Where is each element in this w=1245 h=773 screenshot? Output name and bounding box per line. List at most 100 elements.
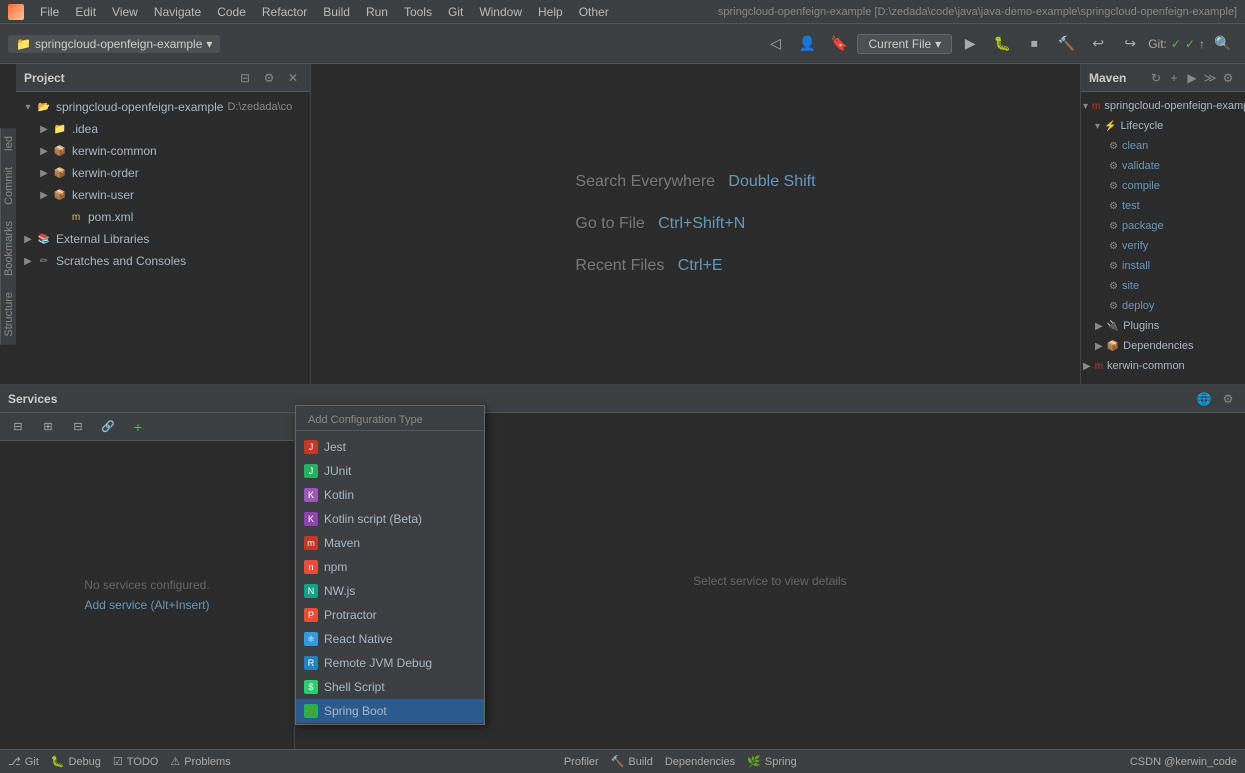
menu-view[interactable]: View <box>104 0 146 24</box>
user-toggle[interactable]: ▶ <box>36 190 52 201</box>
maven-settings-btn[interactable]: ⚙ <box>1219 69 1237 87</box>
search-everywhere-btn[interactable]: 🔍 <box>1209 30 1237 58</box>
svc-add-btn[interactable]: + <box>124 413 152 441</box>
maven-submodule-common[interactable]: ▶ m kerwin-common <box>1081 356 1245 376</box>
toolbar-user[interactable]: 👤 <box>793 30 821 58</box>
git-push[interactable]: ↑ <box>1199 37 1205 51</box>
maven-root-expand[interactable]: ▾ <box>1083 101 1088 112</box>
menu-tools[interactable]: Tools <box>396 0 440 24</box>
debug-btn[interactable]: 🐛 <box>988 30 1016 58</box>
panel-close-btn[interactable]: ✕ <box>284 69 302 87</box>
vtab-bookmarks[interactable]: Bookmarks <box>0 213 16 284</box>
ext-libs-toggle[interactable]: ▶ <box>20 234 36 245</box>
maven-phase-deploy[interactable]: ⚙ deploy <box>1081 296 1245 316</box>
dropdown-item-springboot[interactable]: 🌿 Spring Boot ◀ <box>296 699 484 723</box>
git-check2[interactable]: ✓ <box>1185 37 1195 51</box>
maven-phase-site[interactable]: ⚙ site <box>1081 276 1245 296</box>
maven-phase-test[interactable]: ⚙ test <box>1081 196 1245 216</box>
tree-item-pom[interactable]: m pom.xml <box>16 206 310 228</box>
toolbar-back[interactable]: ◁ <box>761 30 789 58</box>
run-btn[interactable]: ▶ <box>956 30 984 58</box>
vtab-commit[interactable]: Commit <box>0 159 16 213</box>
tree-item-order[interactable]: ▶ 📦 kerwin-order <box>16 162 310 184</box>
status-profiler[interactable]: Profiler <box>564 756 599 768</box>
tree-root-toggle[interactable]: ▾ <box>20 102 36 113</box>
maven-plugins-section[interactable]: ▶ 🔌 Plugins <box>1081 316 1245 336</box>
dropdown-item-nwjs[interactable]: N NW.js <box>296 579 484 603</box>
status-dependencies[interactable]: Dependencies <box>665 756 735 768</box>
tree-item-user[interactable]: ▶ 📦 kerwin-user <box>16 184 310 206</box>
menu-window[interactable]: Window <box>471 0 530 24</box>
maven-phase-install[interactable]: ⚙ install <box>1081 256 1245 276</box>
maven-project-root[interactable]: ▾ m springcloud-openfeign-example <box>1081 96 1245 116</box>
maven-lifecycle-expand[interactable]: ▾ <box>1095 121 1100 132</box>
menu-git[interactable]: Git <box>440 0 471 24</box>
dropdown-item-kotlin-script[interactable]: K Kotlin script (Beta) <box>296 507 484 531</box>
dropdown-item-protractor[interactable]: P Protractor <box>296 603 484 627</box>
menu-navigate[interactable]: Navigate <box>146 0 209 24</box>
maven-more-btn[interactable]: ≫ <box>1201 69 1219 87</box>
maven-refresh-btn[interactable]: ↻ <box>1147 69 1165 87</box>
build-btn[interactable]: 🔨 <box>1052 30 1080 58</box>
services-settings-btn[interactable]: ⚙ <box>1219 390 1237 408</box>
project-selector[interactable]: 📁 springcloud-openfeign-example ▾ <box>8 35 220 53</box>
services-globe-btn[interactable]: 🌐 <box>1195 390 1213 408</box>
maven-phase-compile[interactable]: ⚙ compile <box>1081 176 1245 196</box>
tree-item-common[interactable]: ▶ 📦 kerwin-common <box>16 140 310 162</box>
dropdown-item-shell[interactable]: $ Shell Script <box>296 675 484 699</box>
dropdown-item-jest[interactable]: J Jest <box>296 435 484 459</box>
toolbar-bookmark[interactable]: 🔖 <box>825 30 853 58</box>
dropdown-item-maven[interactable]: m Maven <box>296 531 484 555</box>
undo-btn[interactable]: ↩ <box>1084 30 1112 58</box>
maven-add-btn[interactable]: + <box>1165 69 1183 87</box>
menu-code[interactable]: Code <box>209 0 254 24</box>
tree-root[interactable]: ▾ 📂 springcloud-openfeign-example D:\zed… <box>16 96 310 118</box>
status-debug[interactable]: 🐛 Debug <box>51 755 101 768</box>
menu-build[interactable]: Build <box>315 0 358 24</box>
vtab-ied[interactable]: Ied <box>0 128 16 159</box>
status-spring[interactable]: 🌿 Spring <box>747 755 797 768</box>
menu-file[interactable]: File <box>32 0 67 24</box>
dropdown-item-kotlin[interactable]: K Kotlin <box>296 483 484 507</box>
svc-collapse-all-btn[interactable]: ⊟ <box>4 413 32 441</box>
status-problems[interactable]: ⚠ Problems <box>170 755 230 768</box>
maven-lifecycle-section[interactable]: ▾ ⚡ Lifecycle <box>1081 116 1245 136</box>
idea-toggle[interactable]: ▶ <box>36 124 52 135</box>
dropdown-item-npm[interactable]: n npm <box>296 555 484 579</box>
tree-item-ext-libs[interactable]: ▶ 📚 External Libraries <box>16 228 310 250</box>
menu-run[interactable]: Run <box>358 0 396 24</box>
status-build[interactable]: 🔨 Build <box>611 755 653 768</box>
maven-phase-package[interactable]: ⚙ package <box>1081 216 1245 236</box>
svc-expand-all-btn[interactable]: ⊞ <box>34 413 62 441</box>
redo-btn[interactable]: ↪ <box>1116 30 1144 58</box>
svc-link-btn[interactable]: 🔗 <box>94 413 122 441</box>
git-check[interactable]: ✓ <box>1171 37 1181 51</box>
menu-refactor[interactable]: Refactor <box>254 0 315 24</box>
maven-phase-verify[interactable]: ⚙ verify <box>1081 236 1245 256</box>
maven-deps-section[interactable]: ▶ 📦 Dependencies <box>1081 336 1245 356</box>
panel-collapse-btn[interactable]: ⊟ <box>236 69 254 87</box>
menu-edit[interactable]: Edit <box>67 0 104 24</box>
scratches-toggle[interactable]: ▶ <box>20 256 36 267</box>
tree-item-scratches[interactable]: ▶ ✏ Scratches and Consoles <box>16 250 310 272</box>
tree-item-idea[interactable]: ▶ 📁 .idea <box>16 118 310 140</box>
vtab-structure[interactable]: Structure <box>0 284 16 345</box>
maven-phase-clean[interactable]: ⚙ clean <box>1081 136 1245 156</box>
maven-run-btn[interactable]: ▶ <box>1183 69 1201 87</box>
maven-deps-expand[interactable]: ▶ <box>1095 341 1103 352</box>
order-toggle[interactable]: ▶ <box>36 168 52 179</box>
status-todo[interactable]: ☑ TODO <box>113 755 158 768</box>
current-file-button[interactable]: Current File ▾ <box>857 34 952 54</box>
services-add-link[interactable]: Add service (Alt+Insert) <box>84 598 209 612</box>
svc-group-btn[interactable]: ⊟ <box>64 413 92 441</box>
menu-help[interactable]: Help <box>530 0 571 24</box>
panel-settings-btn[interactable]: ⚙ <box>260 69 278 87</box>
maven-plugins-expand[interactable]: ▶ <box>1095 321 1103 332</box>
common-toggle[interactable]: ▶ <box>36 146 52 157</box>
status-git[interactable]: ⎇ Git <box>8 755 39 768</box>
dropdown-item-react-native[interactable]: ⚛ React Native <box>296 627 484 651</box>
menu-other[interactable]: Other <box>571 0 617 24</box>
maven-phase-validate[interactable]: ⚙ validate <box>1081 156 1245 176</box>
maven-submodule-expand[interactable]: ▶ <box>1083 361 1091 372</box>
dropdown-item-swagger[interactable]: S Swagger Codegen <box>296 723 484 725</box>
